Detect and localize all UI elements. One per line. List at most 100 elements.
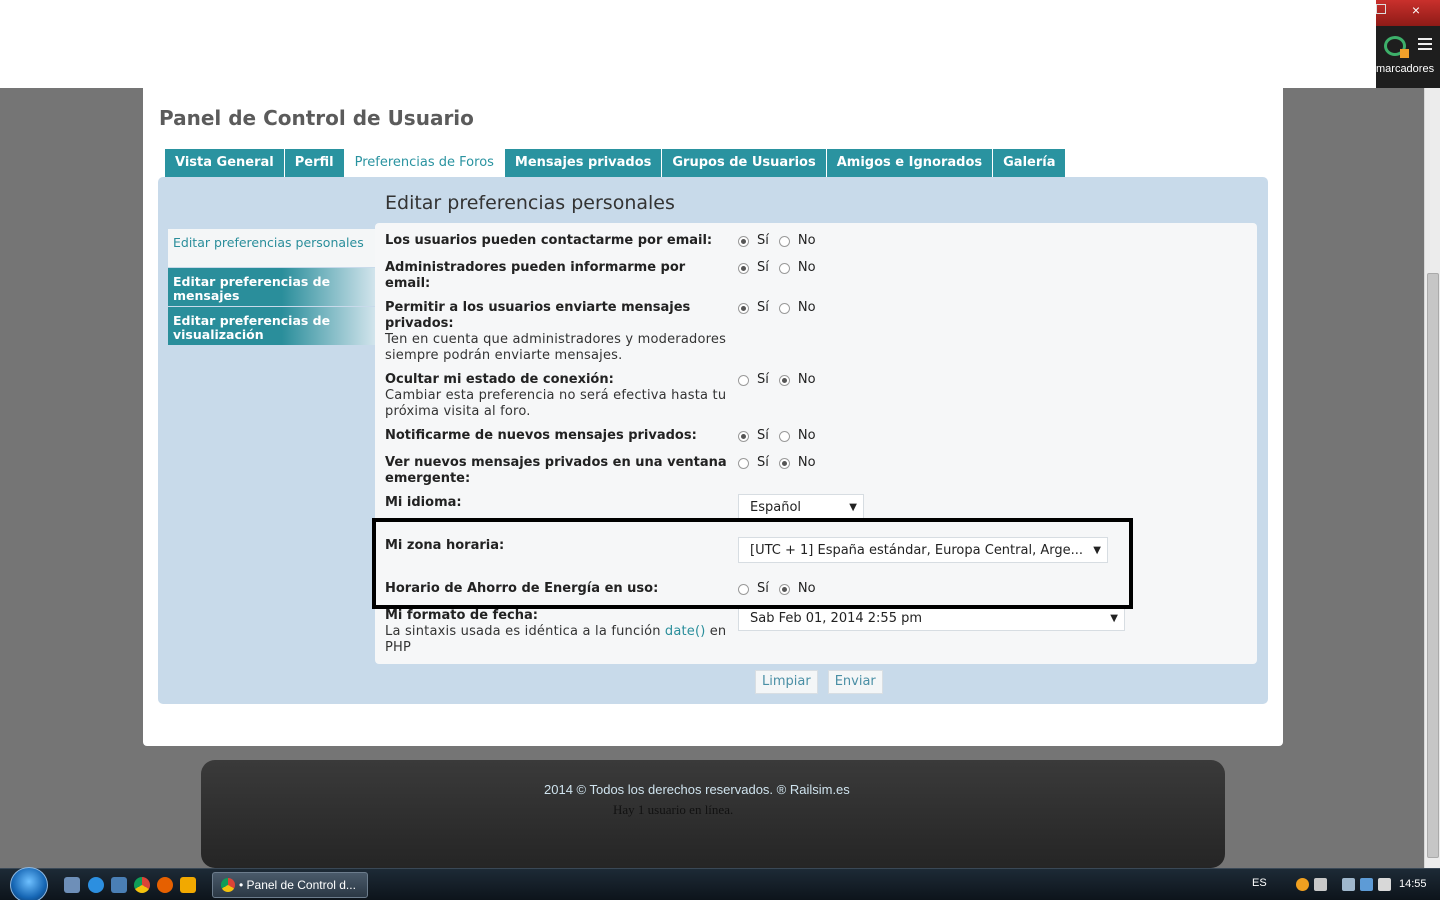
start-button[interactable] — [10, 867, 48, 900]
submit-button[interactable]: Enviar — [827, 670, 883, 694]
date-format-select-value: Sab Feb 01, 2014 2:55 pm — [750, 611, 923, 626]
radio-yes-label: Sí — [757, 260, 769, 275]
explorer-icon[interactable] — [111, 877, 127, 893]
field-label: Mi formato de fecha: — [385, 608, 538, 623]
timezone-select-value: [UTC + 1] España estándar, Europa Centra… — [750, 543, 1083, 558]
internet-explorer-icon[interactable] — [88, 877, 104, 893]
extension-icon[interactable] — [1384, 36, 1409, 58]
radio-no[interactable] — [778, 302, 790, 314]
radio-group: Sí No — [738, 300, 826, 316]
chevron-down-icon: ▼ — [1093, 545, 1101, 556]
field-label: Permitir a los usuarios enviarte mensaje… — [385, 300, 691, 331]
field-label: Mi idioma: — [385, 495, 462, 510]
radio-yes-label: Sí — [757, 372, 769, 387]
radio-no[interactable] — [778, 235, 790, 247]
date-format-select[interactable]: Sab Feb 01, 2014 2:55 pm ▼ — [738, 605, 1125, 631]
radio-no[interactable] — [778, 457, 790, 469]
radio-no-label: No — [797, 428, 816, 443]
radio-no[interactable] — [778, 430, 790, 442]
browser-toolbar — [0, 0, 1376, 88]
content-page: Panel de Control de Usuario Vista Genera… — [143, 88, 1283, 746]
page-scrollbar[interactable] — [1424, 88, 1440, 868]
radio-group: Sí No — [738, 372, 826, 388]
radio-no[interactable] — [778, 583, 790, 595]
show-desktop-icon[interactable] — [64, 877, 80, 893]
ucp-tabs: Vista General Perfil Preferencias de For… — [165, 149, 1066, 179]
field-label: Administradores pueden informarme por em… — [385, 260, 686, 291]
sidenav: Editar preferencias personales Editar pr… — [168, 229, 375, 346]
field-label: Ocultar mi estado de conexión: — [385, 372, 614, 387]
tab-perfil[interactable]: Perfil — [284, 149, 344, 177]
radio-yes[interactable] — [738, 235, 749, 247]
network-icon[interactable] — [1360, 878, 1373, 891]
field-label: Notificarme de nuevos mensajes privados: — [385, 428, 697, 443]
php-date-link[interactable]: date() — [665, 624, 706, 639]
radio-group: Sí No — [738, 428, 826, 444]
media-player-icon[interactable] — [180, 877, 196, 893]
radio-group: Sí No — [738, 233, 826, 249]
tab-vista-general[interactable]: Vista General — [165, 149, 284, 177]
tray-app-icon[interactable] — [1296, 878, 1309, 891]
radio-yes-label: Sí — [757, 455, 769, 470]
restore-icon[interactable] — [1376, 4, 1386, 14]
radio-no-label: No — [797, 372, 816, 387]
field-label: Los usuarios pueden contactarme por emai… — [385, 233, 713, 248]
language-select[interactable]: Español ▼ — [738, 494, 864, 520]
tab-mensajes-privados[interactable]: Mensajes privados — [504, 149, 662, 177]
radio-group: Sí No — [738, 260, 826, 276]
sidenav-item-visualizacion[interactable]: Editar preferencias de visualización — [168, 307, 375, 345]
volume-icon[interactable] — [1378, 878, 1391, 891]
radio-yes[interactable] — [738, 583, 749, 595]
language-select-value: Español — [750, 500, 802, 515]
reset-button[interactable]: Limpiar — [755, 670, 818, 694]
tab-amigos-ignorados[interactable]: Amigos e Ignorados — [826, 149, 993, 177]
radio-no-label: No — [797, 300, 816, 315]
sidenav-item-mensajes[interactable]: Editar preferencias de mensajes — [168, 268, 375, 306]
field-explain: La sintaxis usada es idéntica a la funci… — [385, 624, 661, 639]
radio-no[interactable] — [778, 374, 790, 386]
close-icon: × — [1411, 2, 1420, 18]
form-buttons: Limpiar Enviar — [755, 670, 893, 694]
bookmarks-label[interactable]: marcadores — [1376, 63, 1440, 75]
chrome-icon[interactable] — [134, 877, 150, 893]
tab-galeria[interactable]: Galería — [993, 149, 1066, 177]
radio-yes[interactable] — [738, 262, 749, 274]
language-indicator[interactable]: ES — [1252, 877, 1267, 889]
chrome-icon — [221, 878, 235, 892]
radio-yes-label: Sí — [757, 300, 769, 315]
radio-yes[interactable] — [738, 457, 749, 469]
scrollbar-thumb[interactable] — [1427, 273, 1439, 858]
chevron-down-icon: ▼ — [849, 502, 857, 513]
taskbar-window-title: • Panel de Control d... — [239, 878, 356, 892]
preferences-panel: Editar preferencias personales Editar pr… — [158, 177, 1268, 704]
footer-copyright: 2014 © Todos los derechos reservados. ® … — [544, 782, 850, 797]
field-explain: Ten en cuenta que administradores y mode… — [385, 332, 727, 363]
field-label: Mi zona horaria: — [385, 538, 505, 553]
firefox-icon[interactable] — [157, 877, 173, 893]
radio-yes[interactable] — [738, 374, 749, 386]
timezone-select[interactable]: [UTC + 1] España estándar, Europa Centra… — [738, 537, 1108, 563]
radio-no[interactable] — [778, 262, 790, 274]
speaker-muted-icon[interactable] — [1314, 878, 1327, 891]
radio-no-label: No — [797, 233, 816, 248]
radio-group: Sí No — [738, 455, 826, 471]
radio-no-label: No — [797, 581, 816, 596]
taskbar-window-chrome[interactable]: • Panel de Control d... — [212, 872, 368, 898]
preferences-form: Los usuarios pueden contactarme por emai… — [375, 223, 1257, 664]
site-footer: 2014 © Todos los derechos reservados. ® … — [201, 760, 1225, 868]
radio-yes[interactable] — [738, 302, 749, 314]
radio-yes-label: Sí — [757, 428, 769, 443]
field-explain: Cambiar esta preferencia no será efectiv… — [385, 388, 727, 419]
footer-online-users: Hay 1 usuario en línea. — [613, 802, 734, 817]
radio-yes[interactable] — [738, 430, 749, 442]
sidenav-item-personales[interactable]: Editar preferencias personales — [168, 229, 375, 267]
radio-no-label: No — [797, 260, 816, 275]
battery-icon[interactable] — [1342, 878, 1355, 891]
menu-icon[interactable] — [1418, 38, 1432, 50]
field-label: Ver nuevos mensajes privados en una vent… — [385, 455, 727, 486]
section-title: Editar preferencias personales — [385, 192, 675, 214]
tab-grupos-usuarios[interactable]: Grupos de Usuarios — [662, 149, 826, 177]
page-title: Panel de Control de Usuario — [159, 106, 474, 130]
taskbar-clock[interactable]: 14:55 — [1399, 878, 1427, 890]
tab-preferencias-foros[interactable]: Preferencias de Foros — [344, 149, 504, 179]
